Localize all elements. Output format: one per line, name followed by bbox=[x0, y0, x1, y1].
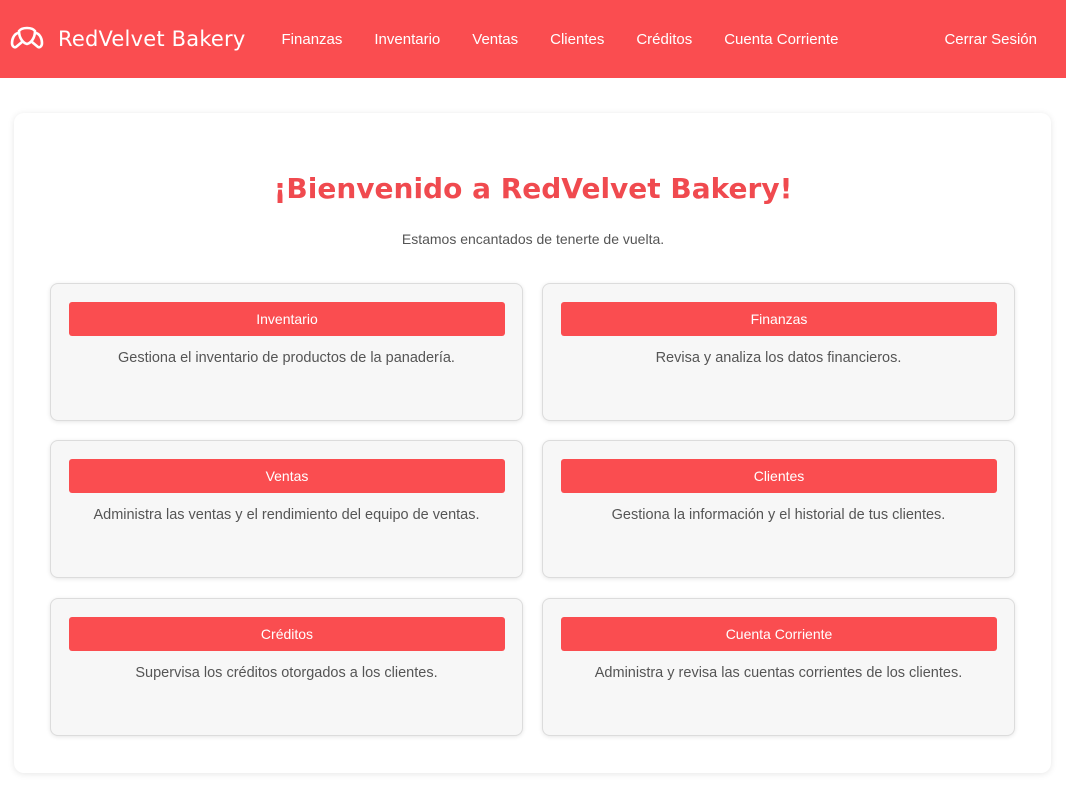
nav-links: Finanzas Inventario Ventas Clientes Créd… bbox=[282, 31, 871, 48]
card-description: Gestiona el inventario de productos de l… bbox=[118, 350, 455, 366]
croissant-icon bbox=[10, 26, 44, 49]
nav-link-inventario[interactable]: Inventario bbox=[374, 31, 440, 48]
nav-link-ventas[interactable]: Ventas bbox=[472, 31, 518, 48]
card-creditos: Créditos Supervisa los créditos otorgado… bbox=[50, 598, 523, 736]
finanzas-button[interactable]: Finanzas bbox=[561, 302, 997, 336]
card-description: Administra las ventas y el rendimiento d… bbox=[93, 507, 480, 523]
ventas-button[interactable]: Ventas bbox=[69, 459, 505, 493]
card-clientes: Clientes Gestiona la información y el hi… bbox=[542, 440, 1015, 578]
creditos-button[interactable]: Créditos bbox=[69, 617, 505, 651]
card-finanzas: Finanzas Revisa y analiza los datos fina… bbox=[542, 283, 1015, 421]
cuenta-corriente-button[interactable]: Cuenta Corriente bbox=[561, 617, 997, 651]
clientes-button[interactable]: Clientes bbox=[561, 459, 997, 493]
card-cuenta-corriente: Cuenta Corriente Administra y revisa las… bbox=[542, 598, 1015, 736]
top-navbar: RedVelvet Bakery Finanzas Inventario Ven… bbox=[0, 0, 1066, 78]
card-description: Supervisa los créditos otorgados a los c… bbox=[135, 665, 438, 681]
page-title: ¡Bienvenido a RedVelvet Bakery! bbox=[273, 172, 793, 205]
card-description: Gestiona la información y el historial d… bbox=[611, 507, 946, 523]
card-description: Administra y revisa las cuentas corrient… bbox=[594, 665, 963, 681]
page-subtitle: Estamos encantados de tenerte de vuelta. bbox=[401, 231, 665, 247]
nav-link-creditos[interactable]: Créditos bbox=[636, 31, 692, 48]
card-inventario: Inventario Gestiona el inventario de pro… bbox=[50, 283, 523, 421]
brand-link[interactable]: RedVelvet Bakery bbox=[10, 0, 246, 78]
inventario-button[interactable]: Inventario bbox=[69, 302, 505, 336]
nav-link-clientes[interactable]: Clientes bbox=[550, 31, 604, 48]
nav-link-cuenta-corriente[interactable]: Cuenta Corriente bbox=[724, 31, 838, 48]
card-ventas: Ventas Administra las ventas y el rendim… bbox=[50, 440, 523, 578]
brand-name: RedVelvet Bakery bbox=[58, 27, 246, 51]
card-description: Revisa y analiza los datos financieros. bbox=[655, 350, 902, 366]
logout-link[interactable]: Cerrar Sesión bbox=[944, 0, 1037, 78]
nav-link-finanzas[interactable]: Finanzas bbox=[282, 31, 343, 48]
